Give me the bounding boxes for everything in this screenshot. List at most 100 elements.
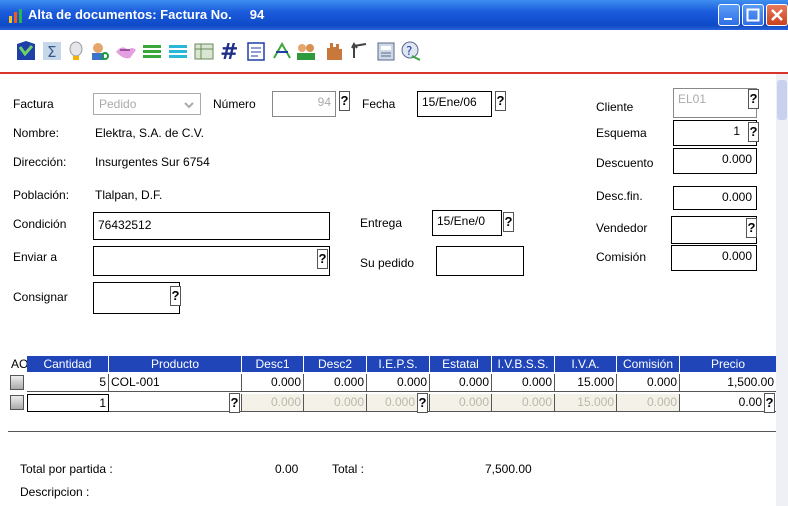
nombre-value: Elektra, S.A. de C.V.	[95, 126, 204, 140]
comision-label: Comisión	[596, 250, 647, 264]
grid-header[interactable]: Producto	[109, 356, 242, 372]
grid-header[interactable]: I.E.P.S.	[367, 356, 430, 372]
grid-cell[interactable]: 1	[27, 394, 109, 412]
grid-cell[interactable]: COL-001	[109, 374, 242, 392]
numero-help-button[interactable]: ?	[339, 91, 350, 111]
maximize-button[interactable]	[742, 4, 764, 26]
enviar-help-button[interactable]: ?	[317, 249, 328, 269]
descuento-field[interactable]: 0.000	[673, 148, 757, 174]
direccion-label: Dirección:	[13, 155, 67, 169]
maximize-icon	[746, 8, 760, 22]
sort-icon[interactable]	[270, 38, 294, 64]
grid-cell[interactable]: 0.000	[430, 394, 492, 412]
consignar-field[interactable]	[93, 282, 180, 314]
factura-label: Factura	[13, 97, 54, 111]
list-alt-icon[interactable]	[166, 38, 190, 64]
grid-header[interactable]: Desc1	[242, 356, 304, 372]
find-person-icon[interactable]	[88, 38, 112, 64]
hand-icon[interactable]	[322, 38, 346, 64]
entrega-help-button[interactable]: ?	[503, 212, 514, 232]
grid-header[interactable]: Cantidad	[27, 356, 109, 372]
grid-header[interactable]: Precio	[680, 356, 777, 372]
calculator-icon[interactable]	[374, 38, 398, 64]
grid-header[interactable]: Estatal	[430, 356, 492, 372]
esquema-label: Esquema	[596, 126, 647, 140]
numero-field[interactable]: 94	[272, 91, 336, 117]
grid-cell[interactable]: 1,500.00	[680, 374, 777, 392]
cell-help-button[interactable]: ?	[764, 393, 775, 413]
cliente-field[interactable]: EL01	[673, 88, 757, 118]
document-type-value: Pedido	[99, 97, 137, 111]
cliente-help-button[interactable]: ?	[748, 89, 759, 109]
grid-cell[interactable]: 0.000	[304, 374, 367, 392]
grid-header[interactable]: I.V.A.	[555, 356, 617, 372]
grid-cell[interactable]: 0.000	[242, 394, 304, 412]
vendedor-field[interactable]	[671, 216, 757, 244]
row-indicator[interactable]	[10, 395, 24, 410]
minimize-button[interactable]	[718, 4, 740, 26]
grid-cell[interactable]: 0.00	[680, 394, 777, 412]
close-icon	[771, 9, 783, 21]
descfin-field[interactable]: 0.000	[673, 186, 757, 210]
grid-cell[interactable]: 15.000	[555, 374, 617, 392]
consignar-help-button[interactable]: ?	[170, 286, 181, 306]
entrega-field[interactable]: 15/Ene/0	[432, 210, 502, 236]
grid-cell[interactable]: 0.000	[242, 374, 304, 392]
new-document-icon[interactable]	[14, 38, 38, 64]
title-bar[interactable]: Alta de documentos: Factura No. 94	[0, 0, 788, 30]
fecha-field[interactable]: 15/Ene/06	[417, 91, 492, 117]
direccion-value: Insurgentes Sur 6754	[95, 155, 210, 169]
grid-header[interactable]: Comisión	[617, 356, 680, 372]
table-edit-icon[interactable]	[192, 38, 216, 64]
hash-icon[interactable]: #	[218, 38, 242, 64]
cliente-label: Cliente	[596, 100, 634, 114]
descuento-label: Descuento	[596, 156, 654, 170]
enviar-field[interactable]	[93, 246, 330, 276]
app-icon	[9, 9, 22, 23]
esquema-help-button[interactable]: ?	[748, 122, 759, 142]
list-icon[interactable]	[140, 38, 164, 64]
supedido-field[interactable]	[436, 246, 524, 276]
close-button[interactable]	[766, 4, 788, 26]
numero-label: Número	[213, 97, 256, 111]
esquema-field[interactable]: 1	[673, 120, 757, 146]
svg-text:?: ?	[406, 44, 412, 58]
grid-cell[interactable]: 0.000	[492, 374, 555, 392]
grid-cell[interactable]: 5	[27, 374, 109, 392]
cell-help-button[interactable]: ?	[417, 393, 428, 413]
grid-header[interactable]: I.V.B.S.S.	[492, 356, 555, 372]
grid-cell[interactable]: 15.000	[555, 394, 617, 412]
comision-field[interactable]: 0.000	[671, 245, 757, 271]
undo-icon[interactable]	[348, 38, 372, 64]
condicion-label: Condición	[13, 217, 67, 231]
grid-cell[interactable]	[109, 394, 242, 412]
supedido-label: Su pedido	[360, 256, 415, 270]
scroll-thumb[interactable]	[777, 80, 787, 120]
partida-label: Total por partida :	[20, 462, 113, 476]
grid-cell[interactable]: 0.000	[430, 374, 492, 392]
document-type-select[interactable]: Pedido	[93, 93, 201, 115]
toolbar-separator	[0, 72, 788, 74]
lightbulb-icon[interactable]	[64, 38, 88, 64]
grid-cell[interactable]: 0.000	[367, 374, 430, 392]
grid-corner: AO	[11, 357, 29, 371]
grid-cell[interactable]: 0.000	[617, 374, 680, 392]
poblacion-value: Tlalpan, D.F.	[95, 188, 163, 202]
cell-help-button[interactable]: ?	[229, 393, 240, 413]
grid-cell[interactable]: 0.000	[492, 394, 555, 412]
vendedor-help-button[interactable]: ?	[746, 218, 757, 238]
help-icon[interactable]: ?	[398, 38, 422, 64]
condicion-field[interactable]: 76432512	[93, 212, 330, 240]
row-indicator[interactable]	[10, 375, 24, 390]
grid-cell[interactable]: 0.000	[617, 394, 680, 412]
partida-value: 0.00	[275, 462, 299, 476]
window-title: Alta de documentos: Factura No. 94	[28, 7, 265, 22]
sum-icon[interactable]: Σ	[40, 38, 64, 64]
grid-header[interactable]: Desc2	[304, 356, 367, 372]
notes-icon[interactable]	[244, 38, 268, 64]
vertical-scrollbar[interactable]	[776, 74, 788, 506]
grid-cell[interactable]: 0.000	[304, 394, 367, 412]
handshake-icon[interactable]	[114, 38, 138, 64]
users-icon[interactable]	[294, 38, 318, 64]
fecha-help-button[interactable]: ?	[495, 91, 506, 111]
